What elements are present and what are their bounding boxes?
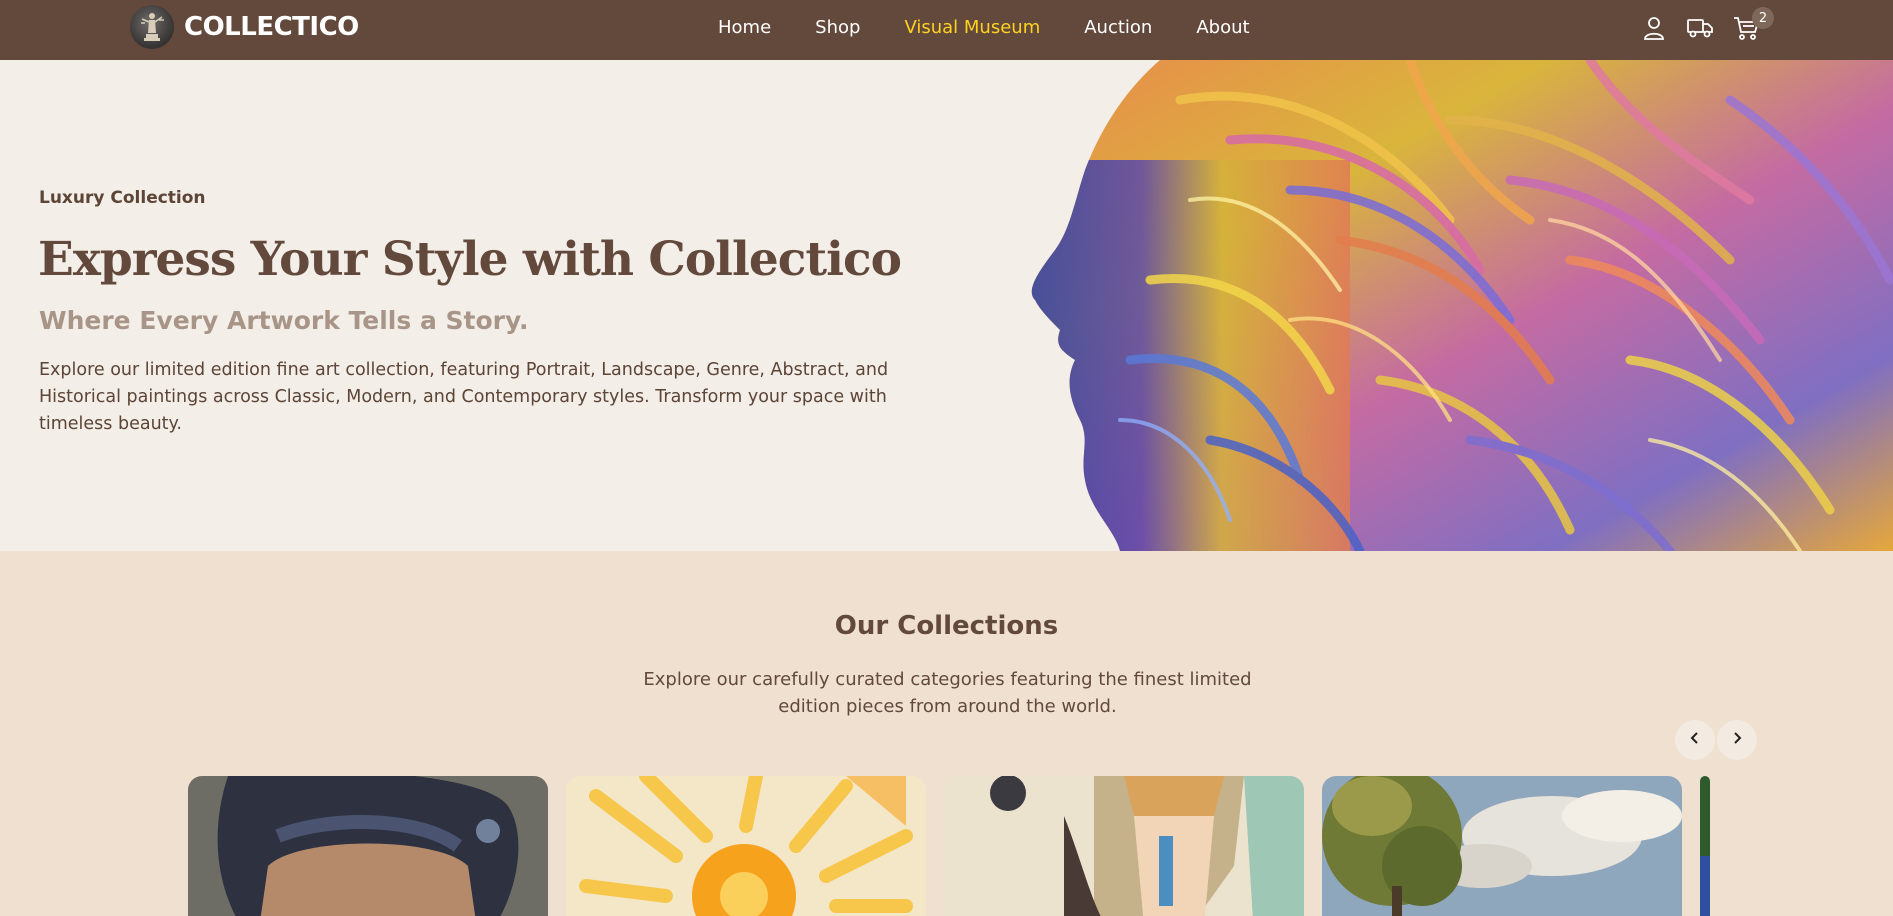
user-icon[interactable] <box>1640 13 1668 43</box>
collection-card-sun[interactable] <box>566 776 926 916</box>
statue-logo-icon <box>130 5 174 49</box>
hero-eyebrow: Luxury Collection <box>39 188 206 208</box>
chevron-left-icon <box>1688 731 1702 750</box>
hero-description: Explore our limited edition fine art col… <box>39 360 889 434</box>
collection-card-abstract[interactable] <box>944 776 1304 916</box>
nav-home[interactable]: Home <box>718 17 771 38</box>
collection-card-portrait[interactable] <box>188 776 548 916</box>
brand-logo[interactable]: COLLECTICO <box>130 5 359 49</box>
hero-art-image <box>1030 60 1893 551</box>
brand-name: COLLECTICO <box>184 12 359 42</box>
nav-about[interactable]: About <box>1196 17 1249 38</box>
hero-section: Luxury Collection Express Your Style wit… <box>0 60 1893 551</box>
nav-shop[interactable]: Shop <box>815 17 860 38</box>
nav-auction[interactable]: Auction <box>1084 17 1152 38</box>
carousel-prev-button[interactable] <box>1675 720 1715 760</box>
collection-card-partial[interactable] <box>1700 776 1710 916</box>
cart-count-badge: 2 <box>1752 7 1774 29</box>
nav-visual-museum[interactable]: Visual Museum <box>904 17 1040 38</box>
chevron-right-icon <box>1730 731 1744 750</box>
nav-icon-group: 2 <box>1640 7 1774 43</box>
truck-icon[interactable] <box>1686 13 1714 43</box>
hero-subtitle: Where Every Artwork Tells a Story. <box>39 306 529 335</box>
main-menu: Home Shop Visual Museum Auction About <box>718 17 1294 38</box>
collections-description: Explore our carefully curated categories… <box>643 669 1252 717</box>
hero-title: Express Your Style with Collectico <box>38 232 902 287</box>
collection-card-landscape[interactable] <box>1322 776 1682 916</box>
cart-icon[interactable]: 2 <box>1732 7 1774 43</box>
carousel-next-button[interactable] <box>1717 720 1757 760</box>
collections-section: Our Collections Explore our carefully cu… <box>0 551 1893 916</box>
collections-title: Our Collections <box>834 611 1059 641</box>
top-navbar: COLLECTICO Home Shop Visual Museum Aucti… <box>0 0 1893 60</box>
